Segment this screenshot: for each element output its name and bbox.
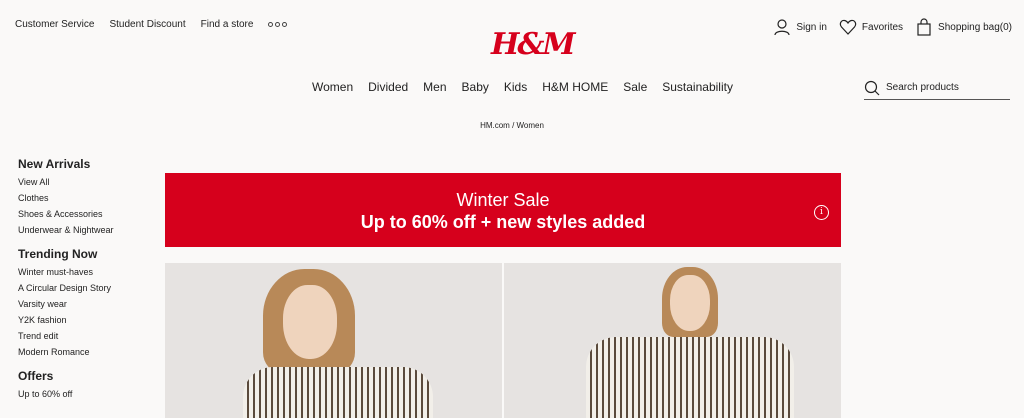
more-dots-icon[interactable] xyxy=(268,22,288,27)
sidebar-heading[interactable]: Trending Now xyxy=(18,247,158,261)
sidebar-item-y2k-fashion[interactable]: Y2K fashion xyxy=(18,315,158,325)
nav-hm-home[interactable]: H&M HOME xyxy=(542,80,608,94)
nav-kids[interactable]: Kids xyxy=(504,80,527,94)
favorites-label: Favorites xyxy=(861,21,904,33)
sidebar-section-new-arrivals: New Arrivals View All Clothes Shoes & Ac… xyxy=(18,157,158,235)
account-links: Sign in Favorites Shopping bag(0) xyxy=(773,18,1012,36)
sidebar-item-winter-must-haves[interactable]: Winter must-haves xyxy=(18,267,158,277)
nav-divided[interactable]: Divided xyxy=(368,80,408,94)
sidebar-item-clothes[interactable]: Clothes xyxy=(18,193,158,203)
striped-shirt xyxy=(586,337,794,418)
user-icon xyxy=(774,19,790,36)
breadcrumb[interactable]: HM.com / Women xyxy=(0,121,1024,130)
sidebar-heading[interactable]: New Arrivals xyxy=(18,157,158,171)
main-nav: Women Divided Men Baby Kids H&M HOME Sal… xyxy=(312,80,733,94)
sidebar-section-trending-now: Trending Now Winter must-haves A Circula… xyxy=(18,247,158,357)
nav-women[interactable]: Women xyxy=(312,80,353,94)
sidebar: New Arrivals View All Clothes Shoes & Ac… xyxy=(18,157,158,411)
striped-shirt xyxy=(243,367,433,418)
sidebar-item-up-to-60-off[interactable]: Up to 60% off xyxy=(18,389,158,399)
nav-sale[interactable]: Sale xyxy=(623,80,647,94)
model-face xyxy=(283,285,337,359)
shopping-bag-icon xyxy=(917,18,931,36)
utility-links: Customer Service Student Discount Find a… xyxy=(15,19,288,30)
search-icon[interactable] xyxy=(864,80,880,96)
search-bar xyxy=(864,76,1010,100)
sidebar-item-varsity-wear[interactable]: Varsity wear xyxy=(18,299,158,309)
nav-sustainability[interactable]: Sustainability xyxy=(662,80,733,94)
sidebar-item-view-all[interactable]: View All xyxy=(18,177,158,187)
student-discount-link[interactable]: Student Discount xyxy=(109,19,185,30)
info-icon[interactable]: i xyxy=(814,205,829,220)
product-image[interactable] xyxy=(504,263,841,418)
sidebar-item-circular-design-story[interactable]: A Circular Design Story xyxy=(18,283,158,293)
favorites-button[interactable]: Favorites xyxy=(839,18,903,36)
sidebar-heading[interactable]: Offers xyxy=(18,369,158,383)
sidebar-section-offers: Offers Up to 60% off xyxy=(18,369,158,399)
model-face xyxy=(670,275,710,331)
banner-title: Winter Sale xyxy=(456,190,550,210)
shopping-bag-button[interactable]: Shopping bag(0) xyxy=(915,18,1012,36)
sign-in-label: Sign in xyxy=(796,21,827,33)
sidebar-item-shoes-accessories[interactable]: Shoes & Accessories xyxy=(18,209,158,219)
sidebar-item-trend-edit[interactable]: Trend edit xyxy=(18,331,158,341)
sign-in-button[interactable]: Sign in xyxy=(773,18,827,36)
banner-subtitle: Up to 60% off + new styles added xyxy=(360,212,646,232)
customer-service-link[interactable]: Customer Service xyxy=(15,19,94,30)
search-input[interactable] xyxy=(886,82,1006,93)
sidebar-item-underwear-nightwear[interactable]: Underwear & Nightwear xyxy=(18,225,158,235)
sidebar-item-modern-romance[interactable]: Modern Romance xyxy=(18,347,158,357)
shopping-bag-label: Shopping bag(0) xyxy=(938,21,1012,33)
winter-sale-banner[interactable]: Winter Sale Up to 60% off + new styles a… xyxy=(165,173,841,247)
product-image[interactable] xyxy=(165,263,502,418)
hm-logo[interactable]: H&M xyxy=(491,27,576,62)
product-grid xyxy=(165,263,841,418)
nav-men[interactable]: Men xyxy=(423,80,446,94)
find-store-link[interactable]: Find a store xyxy=(201,19,254,30)
heart-icon xyxy=(839,19,857,35)
nav-baby[interactable]: Baby xyxy=(462,80,489,94)
